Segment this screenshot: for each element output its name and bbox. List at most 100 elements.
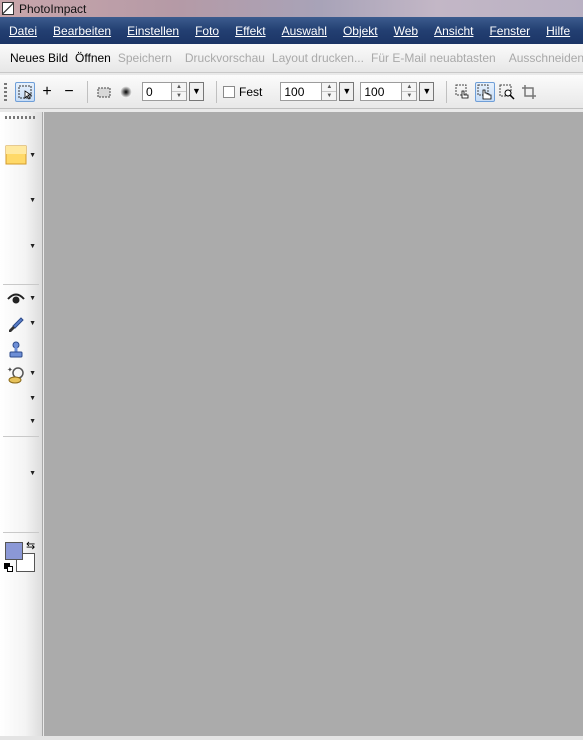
- width-input[interactable]: [280, 82, 323, 101]
- chevron-down-icon[interactable]: ▼: [29, 418, 36, 425]
- title-bar: PhotoImpact: [0, 0, 583, 17]
- tool-slot[interactable]: ▼: [4, 192, 38, 212]
- minus-icon: −: [64, 82, 74, 100]
- tool-divider: [3, 436, 39, 437]
- toolbar-divider: [446, 80, 448, 103]
- retouch-icon: ✦: [4, 365, 28, 385]
- soft-edge-stepper[interactable]: ▲▼ ▼: [142, 82, 204, 101]
- toolbar-divider: [216, 80, 217, 103]
- soft-edge-icon: [97, 87, 111, 97]
- print-preview-button[interactable]: Druckvorschau: [185, 51, 265, 65]
- email-rescan-button[interactable]: Für E-Mail neuabtasten: [371, 51, 496, 65]
- swap-colors-icon[interactable]: ⇆: [26, 539, 35, 552]
- menu-foto[interactable]: Foto: [195, 24, 219, 38]
- crop-icon: [522, 84, 537, 99]
- hand-icon: [477, 84, 492, 99]
- eye-icon: [4, 290, 28, 310]
- plus-icon: +: [42, 82, 52, 100]
- soft-edge-dropdown-icon[interactable]: ▼: [189, 82, 204, 101]
- menu-einstellen[interactable]: Einstellen: [127, 24, 179, 38]
- menu-objekt[interactable]: Objekt: [343, 24, 378, 38]
- selection-zoom-button[interactable]: [497, 82, 517, 102]
- height-stepper[interactable]: ▲▼ ▼: [360, 82, 435, 101]
- fixed-label: Fest: [239, 84, 263, 99]
- menu-effekt[interactable]: Effekt: [235, 24, 265, 38]
- hand-mode-button[interactable]: [475, 81, 496, 102]
- spin-up-icon[interactable]: ▲: [402, 83, 416, 91]
- app-icon[interactable]: [2, 2, 14, 15]
- selection-tool-icon: [4, 144, 28, 165]
- chevron-down-icon[interactable]: ▼: [29, 152, 36, 159]
- fixed-checkbox[interactable]: [223, 85, 235, 98]
- attribute-toolbar: + − ▲▼ ▼ Fest ▲▼ ▼ ▲▼ ▼: [0, 75, 583, 109]
- toolbar-divider: [87, 80, 88, 103]
- hand-select-icon: [455, 84, 469, 98]
- width-spin-arrows[interactable]: ▲ ▼: [322, 82, 338, 101]
- brush-icon: [4, 315, 28, 335]
- menu-web[interactable]: Web: [394, 24, 418, 38]
- spin-up-icon[interactable]: ▲: [172, 83, 186, 91]
- crop-button[interactable]: [519, 82, 539, 102]
- print-layout-button[interactable]: Layout drucken...: [272, 51, 364, 65]
- soft-edge-input[interactable]: [142, 82, 172, 101]
- svg-text:✦: ✦: [7, 366, 13, 374]
- standard-toolbar: Neues Bild Öffnen Speichern Druckvorscha…: [0, 44, 583, 73]
- retouch-tool[interactable]: ✦ ▼: [4, 365, 38, 385]
- workspace[interactable]: [44, 112, 583, 736]
- tool-slot[interactable]: ▼: [4, 413, 38, 433]
- soft-edge-button[interactable]: [94, 82, 114, 102]
- menu-auswahl[interactable]: Auswahl: [282, 24, 327, 38]
- attrbar-grip[interactable]: [4, 82, 7, 101]
- bottom-edge: [0, 736, 583, 740]
- tool-slot[interactable]: ▼: [4, 465, 38, 485]
- window-title: PhotoImpact: [19, 1, 87, 16]
- chevron-down-icon[interactable]: ▼: [29, 295, 36, 302]
- chevron-down-icon[interactable]: ▼: [29, 197, 36, 204]
- menu-bearbeiten[interactable]: Bearbeiten: [53, 24, 111, 38]
- soft-edge-spin-arrows[interactable]: ▲ ▼: [172, 82, 187, 101]
- add-to-selection-button[interactable]: +: [37, 82, 57, 102]
- tool-panel: ▼ ▼ ▼ ▼ ▼ ✦ ▼ ▼ ▼ ▼ ⇆: [0, 112, 43, 736]
- chevron-down-icon[interactable]: ▼: [29, 320, 36, 327]
- selection-icon: [18, 85, 33, 100]
- tool-slot[interactable]: ▼: [4, 390, 38, 410]
- new-image-button[interactable]: Neues Bild: [10, 51, 68, 65]
- tool-slot[interactable]: ▼: [4, 238, 38, 258]
- zoom-selection-icon: [499, 84, 515, 100]
- menu-hilfe[interactable]: Hilfe: [546, 24, 570, 38]
- height-spin-arrows[interactable]: ▲ ▼: [402, 82, 418, 101]
- chevron-down-icon[interactable]: ▼: [29, 243, 36, 250]
- reset-colors-icon[interactable]: [4, 563, 13, 572]
- feather-button[interactable]: [116, 82, 136, 102]
- chevron-down-icon[interactable]: ▼: [29, 370, 36, 377]
- subtract-from-selection-button[interactable]: −: [59, 82, 79, 102]
- fixed-checkbox-group[interactable]: Fest: [223, 85, 262, 99]
- tool-divider: [3, 284, 39, 285]
- menu-ansicht[interactable]: Ansicht: [434, 24, 473, 38]
- eye-tool[interactable]: ▼: [4, 290, 38, 310]
- width-stepper[interactable]: ▲▼ ▼: [280, 82, 355, 101]
- width-dropdown-icon[interactable]: ▼: [339, 82, 355, 101]
- chevron-down-icon[interactable]: ▼: [29, 395, 36, 402]
- foreground-color-swatch[interactable]: [5, 542, 23, 560]
- height-dropdown-icon[interactable]: ▼: [419, 82, 435, 101]
- chevron-down-icon[interactable]: ▼: [29, 470, 36, 477]
- height-input[interactable]: [360, 82, 403, 101]
- brush-tool[interactable]: ▼: [4, 315, 38, 335]
- toolpanel-grip[interactable]: [5, 116, 37, 119]
- new-selection-mode-button[interactable]: [15, 81, 35, 102]
- open-button[interactable]: Öffnen: [75, 51, 111, 65]
- menu-fenster[interactable]: Fenster: [489, 24, 530, 38]
- spin-down-icon[interactable]: ▼: [172, 91, 186, 100]
- stamp-tool[interactable]: [4, 340, 38, 360]
- cut-button[interactable]: Ausschneiden: [509, 51, 583, 65]
- spin-down-icon[interactable]: ▼: [402, 91, 417, 100]
- select-all-button[interactable]: [453, 82, 473, 102]
- spin-down-icon[interactable]: ▼: [322, 91, 337, 100]
- feather-icon: [120, 85, 132, 98]
- spin-up-icon[interactable]: ▲: [322, 83, 336, 91]
- menu-datei[interactable]: Datei: [9, 24, 37, 38]
- selection-tool[interactable]: ▼: [4, 144, 38, 165]
- stamp-icon: [4, 340, 28, 360]
- save-button[interactable]: Speichern: [118, 51, 172, 65]
